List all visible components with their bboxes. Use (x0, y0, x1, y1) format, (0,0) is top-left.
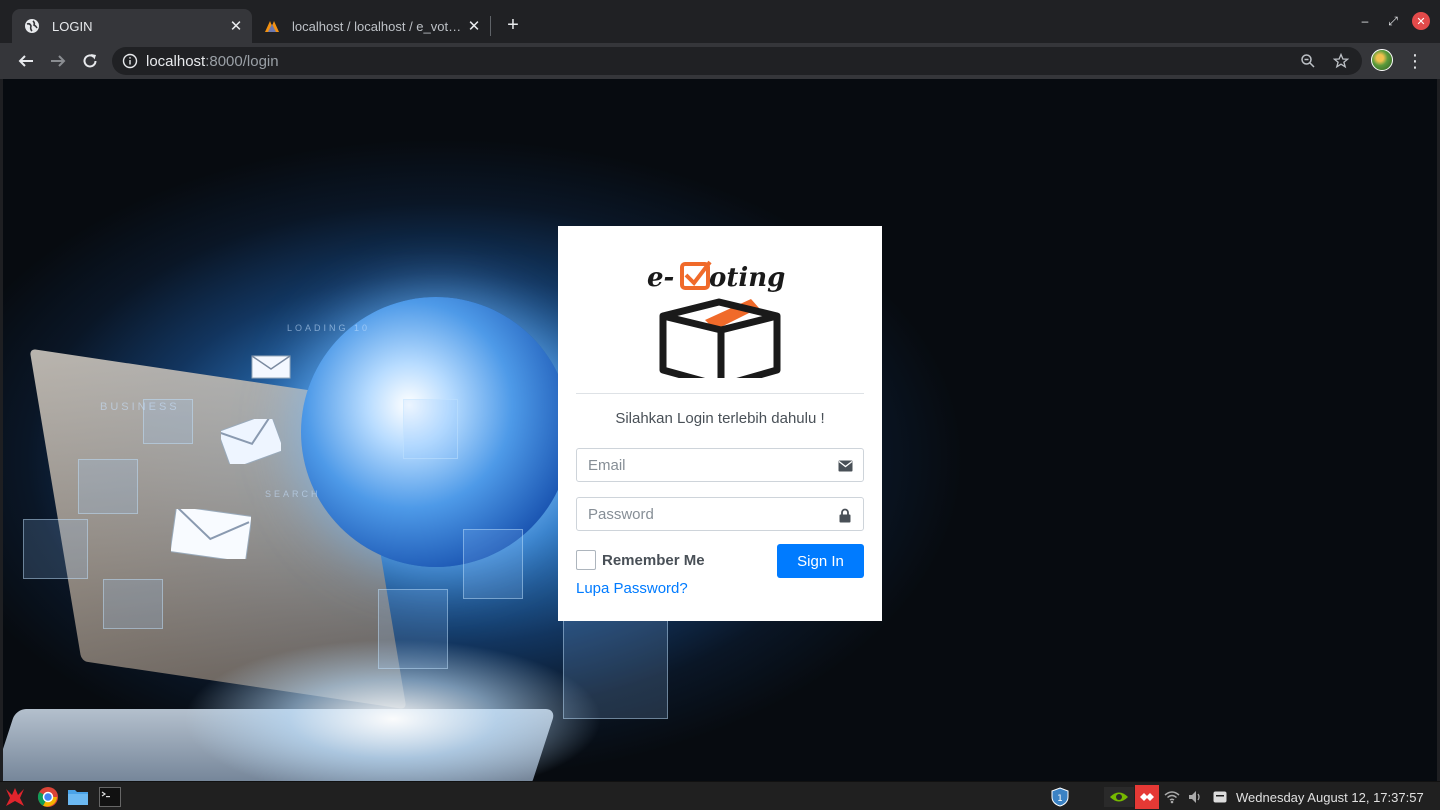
close-tab-icon[interactable]: ✕ (226, 16, 246, 36)
envelope-icon (251, 355, 291, 379)
bg-tile (403, 399, 458, 459)
chrome-icon[interactable] (37, 786, 59, 808)
minimize-button[interactable]: – (1356, 12, 1374, 30)
start-menu-icon[interactable] (4, 786, 26, 808)
remember-me-label: Remember Me (602, 551, 705, 569)
email-input[interactable] (577, 449, 863, 481)
svg-text:1: 1 (1057, 794, 1063, 804)
shield-icon[interactable]: 1 (1050, 787, 1070, 807)
terminal-icon[interactable] (99, 786, 121, 808)
password-field[interactable] (576, 497, 864, 531)
info-icon[interactable] (122, 53, 138, 69)
login-card: e- oting Silahkan Login terlebih dahulu … (558, 226, 882, 621)
nvidia-icon[interactable] (1104, 787, 1134, 807)
new-tab-button[interactable]: + (502, 14, 524, 36)
close-tab-icon[interactable]: ✕ (464, 16, 484, 36)
anydesk-icon[interactable] (1135, 785, 1159, 809)
tab-separator (490, 16, 491, 36)
tab-login[interactable]: LOGIN ✕ (12, 9, 252, 43)
reload-button[interactable] (78, 49, 102, 73)
bg-tile (103, 579, 163, 629)
divider (576, 393, 864, 394)
tab-title: LOGIN (52, 18, 93, 34)
browser-toolbar: localhost:8000/login ⋮ (0, 43, 1440, 79)
profile-avatar[interactable] (1371, 49, 1393, 71)
envelope-icon (837, 458, 853, 474)
wifi-icon[interactable] (1163, 787, 1181, 807)
svg-text:oting: oting (709, 263, 785, 293)
taskbar-clock[interactable]: Wednesday August 12, 17:37:57 (1236, 790, 1424, 805)
envelope-icon (171, 509, 251, 559)
sign-in-button[interactable]: Sign In (777, 544, 864, 578)
remember-me-checkbox[interactable] (576, 550, 596, 570)
bg-text-business: BUSINESS (100, 401, 180, 413)
page-viewport: BUSINESS LOADING 10 SEARCH e- oting Sila… (3, 79, 1437, 781)
volume-icon[interactable] (1187, 787, 1205, 807)
login-message: Silahkan Login terlebih dahulu ! (615, 410, 825, 427)
forward-button[interactable] (46, 49, 70, 73)
notification-icon[interactable] (1211, 787, 1229, 807)
forgot-password-link[interactable]: Lupa Password? (576, 580, 688, 597)
svg-text:e-: e- (647, 263, 674, 293)
window-close-button[interactable]: ✕ (1412, 12, 1430, 30)
restore-button[interactable]: ⤢ (1384, 12, 1402, 30)
password-input[interactable] (577, 498, 863, 530)
envelope-icon (221, 419, 281, 464)
globe-icon (24, 18, 40, 34)
email-field[interactable] (576, 448, 864, 482)
os-taskbar: 1 Wednesday August 12, 17:37:57 (0, 781, 1440, 810)
bg-text-search: SEARCH (265, 489, 321, 499)
file-manager-icon[interactable] (67, 786, 89, 808)
zoom-icon[interactable] (1300, 53, 1316, 69)
bg-tile (463, 529, 523, 599)
phpmyadmin-icon (264, 18, 280, 34)
light-glow (183, 639, 603, 781)
back-button[interactable] (14, 49, 38, 73)
bg-tile (78, 459, 138, 514)
tab-title: localhost / localhost / e_vote / u (292, 18, 464, 34)
tab-phpmyadmin[interactable]: localhost / localhost / e_vote / u ✕ (254, 9, 490, 43)
evoting-logo: e- oting (647, 260, 785, 378)
bg-text-loading: LOADING 10 (287, 323, 371, 333)
lock-icon (837, 507, 853, 523)
bg-tile (23, 519, 88, 579)
remember-me[interactable]: Remember Me (576, 550, 705, 570)
url-host: localhost (146, 52, 206, 70)
url-path: :8000/login (205, 52, 279, 70)
browser-tab-bar: LOGIN ✕ localhost / localhost / e_vote /… (0, 0, 1440, 43)
bookmark-star-icon[interactable] (1333, 53, 1349, 69)
address-bar[interactable]: localhost:8000/login (112, 47, 1362, 75)
more-menu-icon[interactable]: ⋮ (1405, 50, 1425, 72)
